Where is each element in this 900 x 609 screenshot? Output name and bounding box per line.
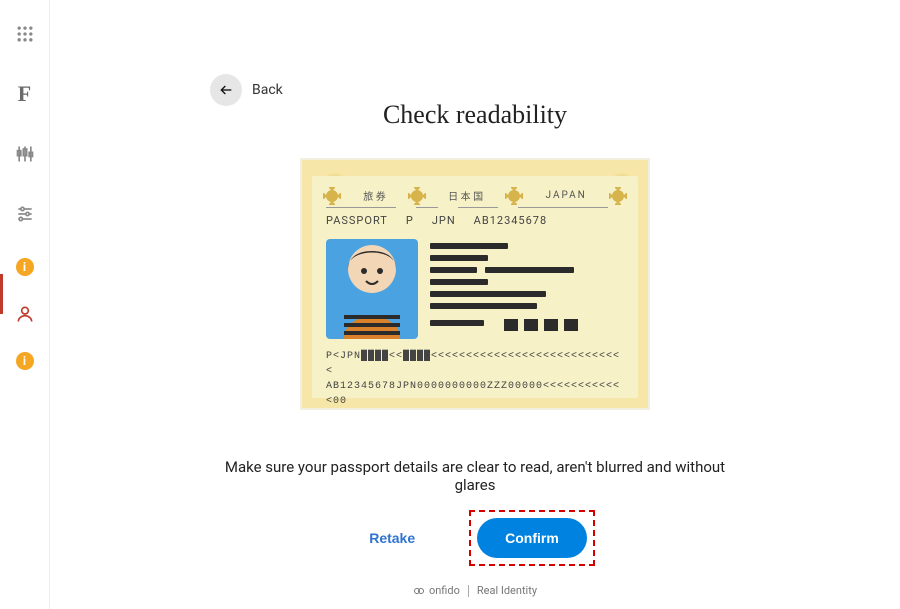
chrysanthemum-icon (326, 190, 338, 202)
onfido-logo-icon: onfido (413, 584, 460, 597)
footer-brand: onfido Real Identity (50, 584, 900, 597)
action-row: Retake Confirm (50, 510, 900, 566)
mrz-line-1: P<JPN████<<████<<<<<<<<<<<<<<<<<<<<<<<<<… (326, 349, 624, 379)
passport-top-jp-1: 旅 券 (363, 188, 385, 203)
candlestick-icon[interactable] (9, 138, 41, 170)
page-title: Check readability (50, 100, 900, 130)
mrz-line-2: AB12345678JPN0000000000ZZZ00000<<<<<<<<<… (326, 379, 624, 409)
passport-mrz: P<JPN████<<████<<<<<<<<<<<<<<<<<<<<<<<<<… (326, 349, 624, 409)
passport-number: AB12345678 (474, 214, 548, 227)
passport-image: 旅 券 日 本 国 JAPAN PASSPORT P JPN (300, 158, 650, 410)
chrysanthemum-icon (612, 190, 624, 202)
chrysanthemum-icon (411, 190, 423, 202)
sidebar-active-indicator (0, 274, 3, 314)
info-icon[interactable]: i (16, 258, 34, 276)
passport-data-lines (430, 239, 624, 339)
passport-top-en: JAPAN (546, 190, 587, 201)
apps-icon[interactable] (9, 18, 41, 50)
sliders-icon[interactable] (9, 198, 41, 230)
confirm-button[interactable]: Confirm (477, 518, 587, 558)
footer-tagline: Real Identity (477, 584, 537, 597)
footer-brand-name: onfido (429, 584, 460, 597)
info-icon-2[interactable]: i (16, 352, 34, 370)
confirm-highlight: Confirm (469, 510, 595, 566)
passport-label: PASSPORT (326, 214, 388, 227)
passport-type: P (406, 214, 414, 227)
main-content: Back Check readability 旅 券 日 本 国 JAPAN (50, 0, 900, 609)
sidebar: F i i (0, 0, 50, 609)
passport-photo (326, 239, 418, 339)
brand-letter-icon[interactable]: F (9, 78, 41, 110)
passport-country: JPN (432, 214, 456, 227)
passport-top-jp-2: 日 本 国 (448, 188, 483, 203)
retake-button[interactable]: Retake (355, 518, 429, 558)
footer-separator (468, 585, 469, 597)
back-label: Back (252, 82, 283, 98)
instruction-text: Make sure your passport details are clea… (50, 458, 900, 494)
chrysanthemum-icon (508, 190, 520, 202)
document-preview: 旅 券 日 本 国 JAPAN PASSPORT P JPN (50, 158, 900, 410)
profile-icon[interactable] (15, 304, 35, 324)
